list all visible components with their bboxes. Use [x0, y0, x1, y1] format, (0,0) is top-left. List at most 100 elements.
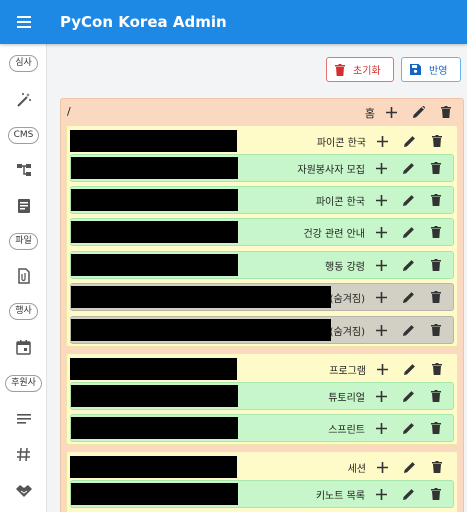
sidebar-item-sponsors[interactable]: 후원사: [0, 372, 47, 394]
edit-button[interactable]: [395, 187, 422, 213]
tree-node[interactable]: 키노트 목록: [70, 480, 454, 508]
node-actions: [368, 383, 449, 409]
tree-node[interactable]: 건강 관련 안내: [70, 218, 454, 246]
node-actions: [368, 187, 449, 213]
pencil-icon: [402, 260, 414, 271]
edit-button[interactable]: [395, 317, 422, 343]
sidebar-item-attachments[interactable]: [0, 264, 47, 288]
delete-button[interactable]: [423, 356, 450, 382]
delete-button[interactable]: [422, 415, 449, 441]
redacted-block: [71, 221, 238, 243]
plus-icon: [376, 194, 387, 206]
tree-node[interactable]: 자원봉사자 모집: [70, 154, 454, 182]
node-label: 키노트 목록: [315, 491, 365, 502]
delete-button[interactable]: [422, 252, 449, 278]
edit-button[interactable]: [396, 356, 423, 382]
sidebar-item-review[interactable]: 심사: [0, 52, 47, 74]
sidebar-item-files[interactable]: 파일: [0, 230, 47, 252]
add-child-button[interactable]: [368, 187, 395, 213]
trash-icon: [430, 390, 441, 402]
apply-button[interactable]: 반영: [401, 57, 461, 82]
plus-icon: [376, 324, 387, 336]
sidebar-item-calendar[interactable]: [0, 335, 47, 359]
edit-button[interactable]: [405, 99, 432, 125]
delete-button[interactable]: [422, 481, 449, 507]
trash-icon: [440, 106, 451, 118]
add-child-button[interactable]: [368, 219, 395, 245]
edit-button[interactable]: [395, 219, 422, 245]
delete-button[interactable]: [432, 99, 459, 125]
pencil-icon: [403, 364, 415, 375]
node-label: 건강 관련 안내: [303, 229, 365, 240]
node-actions: [368, 415, 449, 441]
sidebar-item-notes[interactable]: [0, 407, 47, 431]
edit-button[interactable]: [395, 284, 422, 310]
trash-icon: [430, 194, 441, 206]
delete-button[interactable]: [422, 383, 449, 409]
delete-button[interactable]: [422, 317, 449, 343]
delete-button[interactable]: [423, 128, 450, 154]
add-child-button[interactable]: [368, 284, 395, 310]
sidebar-chip-events: 행사: [9, 302, 38, 320]
node-actions: [368, 155, 449, 181]
delete-button[interactable]: [422, 155, 449, 181]
node-label: (숨겨짐): [329, 294, 365, 305]
delete-button[interactable]: [422, 284, 449, 310]
edit-button[interactable]: [396, 128, 423, 154]
plus-icon: [377, 461, 388, 473]
menu-button[interactable]: [0, 0, 48, 44]
reset-button[interactable]: 초기화: [326, 57, 394, 82]
pencil-icon: [402, 423, 414, 434]
edit-button[interactable]: [395, 155, 422, 181]
node-label: 파이콘 한국: [316, 138, 366, 149]
menu-tree: / 홈 파이콘 한국 자원봉사자 모집 파이콘 한국 건강 관련 안내 행동 강…: [60, 98, 464, 512]
apply-button-label: 반영: [429, 66, 448, 77]
sidebar-item-sitemap[interactable]: [0, 158, 47, 182]
node-label: 행동 강령: [325, 262, 365, 273]
redacted-block: [70, 130, 237, 152]
trash-icon: [430, 488, 441, 500]
node-label: 파이콘 한국: [315, 197, 365, 208]
sidebar-item-tags[interactable]: [0, 442, 47, 466]
tree-node-hidden[interactable]: (숨겨짐): [70, 316, 454, 344]
sidebar-item-magic[interactable]: [0, 88, 47, 112]
edit-button[interactable]: [395, 481, 422, 507]
add-child-button[interactable]: [368, 383, 395, 409]
edit-button[interactable]: [395, 415, 422, 441]
tree-node-hidden[interactable]: (숨겨짐): [70, 283, 454, 311]
tree-node[interactable]: 스프린트: [70, 414, 454, 442]
tree-node[interactable]: 파이콘 한국: [70, 128, 454, 156]
node-label: 스프린트: [328, 425, 365, 436]
delete-button[interactable]: [422, 219, 449, 245]
add-child-button[interactable]: [369, 356, 396, 382]
tree-node[interactable]: 튜토리얼: [70, 382, 454, 410]
add-child-button[interactable]: [368, 155, 395, 181]
add-child-button[interactable]: [368, 252, 395, 278]
hashtag-icon: [17, 447, 30, 461]
sidebar-item-cms[interactable]: CMS: [0, 124, 47, 146]
edit-button[interactable]: [395, 252, 422, 278]
trash-icon: [431, 461, 442, 473]
root-path: /: [67, 105, 71, 118]
sidebar-item-events[interactable]: 행사: [0, 300, 47, 322]
delete-button[interactable]: [423, 454, 450, 480]
edit-button[interactable]: [395, 383, 422, 409]
delete-button[interactable]: [422, 187, 449, 213]
add-child-button[interactable]: [368, 481, 395, 507]
tree-node[interactable]: 세션: [70, 454, 454, 482]
redacted-block: [70, 456, 237, 478]
plus-icon: [376, 390, 387, 402]
tree-node[interactable]: 프로그램: [70, 356, 454, 384]
tree-node[interactable]: 파이콘 한국: [70, 186, 454, 214]
add-child-button[interactable]: [369, 128, 396, 154]
trash-icon: [430, 162, 441, 174]
tree-node[interactable]: 행동 강령: [70, 251, 454, 279]
add-child-button[interactable]: [378, 99, 405, 125]
redacted-block: [71, 319, 331, 341]
edit-button[interactable]: [396, 454, 423, 480]
add-child-button[interactable]: [368, 317, 395, 343]
sidebar-item-documents[interactable]: [0, 194, 47, 218]
add-child-button[interactable]: [369, 454, 396, 480]
add-child-button[interactable]: [368, 415, 395, 441]
sidebar-item-partners[interactable]: [0, 478, 47, 502]
